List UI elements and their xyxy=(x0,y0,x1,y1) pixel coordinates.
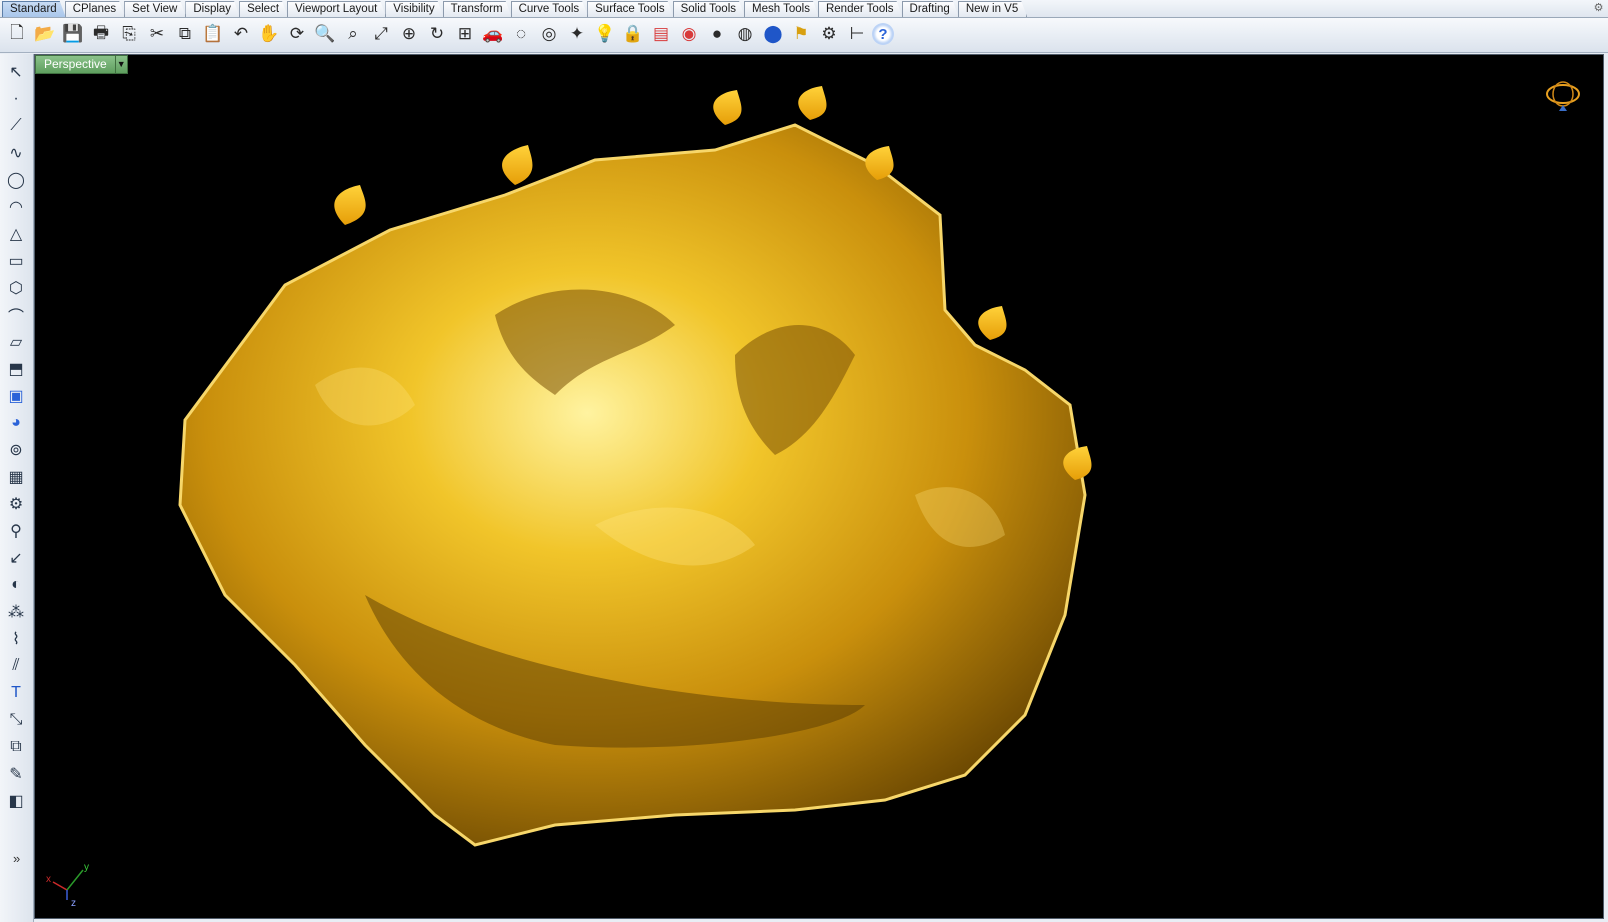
group-icon[interactable]: ⧉ xyxy=(3,733,29,760)
point-icon[interactable]: · xyxy=(3,85,29,112)
tab-visibility[interactable]: Visibility xyxy=(385,1,443,17)
more-tools-button[interactable]: » xyxy=(13,851,20,866)
gear-transform-icon[interactable]: ⚙ xyxy=(3,490,29,517)
tab-curve-tools[interactable]: Curve Tools xyxy=(511,1,589,17)
surface-icon[interactable]: ▱ xyxy=(3,328,29,355)
lock-icon[interactable]: 🔒 xyxy=(620,21,646,47)
edit-icon[interactable]: ✎ xyxy=(3,760,29,787)
triangle-icon[interactable]: △ xyxy=(3,220,29,247)
toolbar-tab-strip: Standard CPlanes Set View Display Select View… xyxy=(0,0,1608,18)
circle-icon[interactable]: ◯ xyxy=(3,166,29,193)
curve-icon[interactable]: ∿ xyxy=(3,139,29,166)
sidebar-buttons: ↖ · ⟋ ∿ ◯ ◠ △ ▭ ⬡ ⌒ ▱ ⬒ ▣ ◕ ⊚ ▦ ⚙ ⚲ ↙ ◐ ⁂ ⌇ ⫽ T ⤡ ⧉ ✎ ◧ xyxy=(3,58,29,814)
scale-icon[interactable]: ⤡ xyxy=(3,706,29,733)
tab-surface-tools[interactable]: Surface Tools xyxy=(587,1,673,17)
zoom-extents-icon[interactable]: ⤢ xyxy=(368,21,394,47)
fillet-icon[interactable]: ⌒ xyxy=(3,301,29,328)
hide-icon[interactable]: ◌ xyxy=(508,21,534,47)
analyze-icon[interactable]: ⚲ xyxy=(3,517,29,544)
tab-select[interactable]: Select xyxy=(239,1,288,17)
array-icon[interactable]: ⁂ xyxy=(3,598,29,625)
four-viewports-icon[interactable]: ⊞ xyxy=(452,21,478,47)
text-icon[interactable]: T xyxy=(3,679,29,706)
tab-mesh-tools[interactable]: Mesh Tools xyxy=(744,1,819,17)
rhino-window: Standard CPlanes Set View Display Select View… xyxy=(0,0,1608,922)
tab-solid-tools[interactable]: Solid Tools xyxy=(673,1,745,17)
world-axis-indicator: x y z xyxy=(46,862,89,908)
model-render xyxy=(178,86,1092,847)
arc-icon[interactable]: ◠ xyxy=(3,193,29,220)
tab-render-tools[interactable]: Render Tools xyxy=(818,1,903,17)
tab-drafting[interactable]: Drafting xyxy=(902,1,959,17)
new-file-icon[interactable]: 🗋 xyxy=(4,21,30,47)
curve-from-object-icon[interactable]: ↙ xyxy=(3,544,29,571)
cylinder-icon[interactable]: ⊚ xyxy=(3,436,29,463)
zoom-icon[interactable]: 🔍 xyxy=(312,21,338,47)
shaded-sphere-icon[interactable]: ● xyxy=(704,21,730,47)
tab-cplanes[interactable]: CPlanes xyxy=(65,1,125,17)
toolbar-buttons: 🗋 📂 💾 🖶 ⎘ ✂ ⧉ 📋 ↶ ✋ ⟳ 🔍 ⌕ ⤢ ⊕ ↻ ⊞ 🚗 ◌ ◎ ✦ 💡 🔒 ▤ ◉ ● ◍ ⬤ ⚑ ⚙ ⊢? xyxy=(4,21,894,47)
select-light-icon[interactable]: ✦ xyxy=(564,21,590,47)
tab-viewport-layout[interactable]: Viewport Layout xyxy=(287,1,386,17)
standard-toolbar: 🗋 📂 💾 🖶 ⎘ ✂ ⧉ 📋 ↶ ✋ ⟳ 🔍 ⌕ ⤢ ⊕ ↻ ⊞ 🚗 ◌ ◎ ✦ 💡 🔒 ▤ ◉ ● ◍ ⬤ ⚑ ⚙ ⊢? xyxy=(0,18,1608,53)
toolbar-tabs: Standard CPlanes Set View Display Select View… xyxy=(2,1,1026,18)
main-vertical-toolbar: ↖ · ⟋ ∿ ◯ ◠ △ ▭ ⬡ ⌒ ▱ ⬒ ▣ ◕ ⊚ ▦ ⚙ ⚲ ↙ ◐ ⁂ ⌇ ⫽ T ⤡ ⧉ ✎ ◧ » xyxy=(0,54,34,922)
boolean-icon[interactable]: ◐ xyxy=(3,571,29,598)
rotate-view-widget-icon[interactable] xyxy=(1543,79,1583,113)
axis-y-label: y xyxy=(84,862,89,873)
rotate-camera-icon[interactable]: ↻ xyxy=(424,21,450,47)
render-blue-sphere-icon[interactable]: ⬤ xyxy=(760,21,786,47)
tab-standard[interactable]: Standard xyxy=(2,1,66,17)
offset-icon[interactable]: ⫽ xyxy=(3,652,29,679)
help-icon[interactable]: ? xyxy=(872,23,894,45)
perspective-viewport[interactable]: Perspective ▼ x y z xyxy=(34,54,1604,919)
blend-icon[interactable]: ⌇ xyxy=(3,625,29,652)
tab-display[interactable]: Display xyxy=(185,1,240,17)
tab-options-icon[interactable]: ⚙ xyxy=(1592,2,1605,15)
save-icon[interactable]: 💾 xyxy=(60,21,86,47)
rotate-view-icon[interactable]: ⟳ xyxy=(284,21,310,47)
dimension-icon[interactable]: ⊢ xyxy=(844,21,870,47)
extrude-icon[interactable]: ⬒ xyxy=(3,355,29,382)
rendered-sphere-icon[interactable]: ◍ xyxy=(732,21,758,47)
paste-icon[interactable]: 📋 xyxy=(200,21,226,47)
zoom-window-icon[interactable]: ⌕ xyxy=(340,21,366,47)
flag-icon[interactable]: ⚑ xyxy=(788,21,814,47)
car-icon[interactable]: 🚗 xyxy=(480,21,506,47)
undo-icon[interactable]: ↶ xyxy=(228,21,254,47)
show-icon[interactable]: ◎ xyxy=(536,21,562,47)
viewport-title[interactable]: Perspective xyxy=(36,56,115,73)
zoom-selected-icon[interactable]: ⊕ xyxy=(396,21,422,47)
pan-hand-icon[interactable]: ✋ xyxy=(256,21,282,47)
solid-box-icon[interactable]: ◧ xyxy=(3,787,29,814)
sphere-icon[interactable]: ◕ xyxy=(3,409,29,436)
polygon-icon[interactable]: ⬡ xyxy=(3,274,29,301)
axis-x-label: x xyxy=(46,874,51,885)
tab-new-in-v5[interactable]: New in V5 xyxy=(958,1,1027,17)
color-wheel-icon[interactable]: ◉ xyxy=(676,21,702,47)
tab-transform[interactable]: Transform xyxy=(443,1,512,17)
rectangle-icon[interactable]: ▭ xyxy=(3,247,29,274)
viewport-title-tab[interactable]: Perspective ▼ xyxy=(35,55,128,74)
box-icon[interactable]: ▣ xyxy=(3,382,29,409)
mesh-icon[interactable]: ▦ xyxy=(3,463,29,490)
select-arrow-icon[interactable]: ↖ xyxy=(3,58,29,85)
gear-options-icon[interactable]: ⚙ xyxy=(816,21,842,47)
import-icon[interactable]: ⎘ xyxy=(116,21,142,47)
lightbulb-icon[interactable]: 💡 xyxy=(592,21,618,47)
copy-icon[interactable]: ⧉ xyxy=(172,21,198,47)
cut-icon[interactable]: ✂ xyxy=(144,21,170,47)
polyline-icon[interactable]: ⟋ xyxy=(3,112,29,139)
viewport-menu-chevron-down-icon[interactable]: ▼ xyxy=(114,56,127,73)
print-icon[interactable]: 🖶 xyxy=(88,21,114,47)
layers-icon[interactable]: ▤ xyxy=(648,21,674,47)
tab-set-view[interactable]: Set View xyxy=(124,1,186,17)
open-folder-icon[interactable]: 📂 xyxy=(32,21,58,47)
axis-z-label: z xyxy=(71,898,76,908)
